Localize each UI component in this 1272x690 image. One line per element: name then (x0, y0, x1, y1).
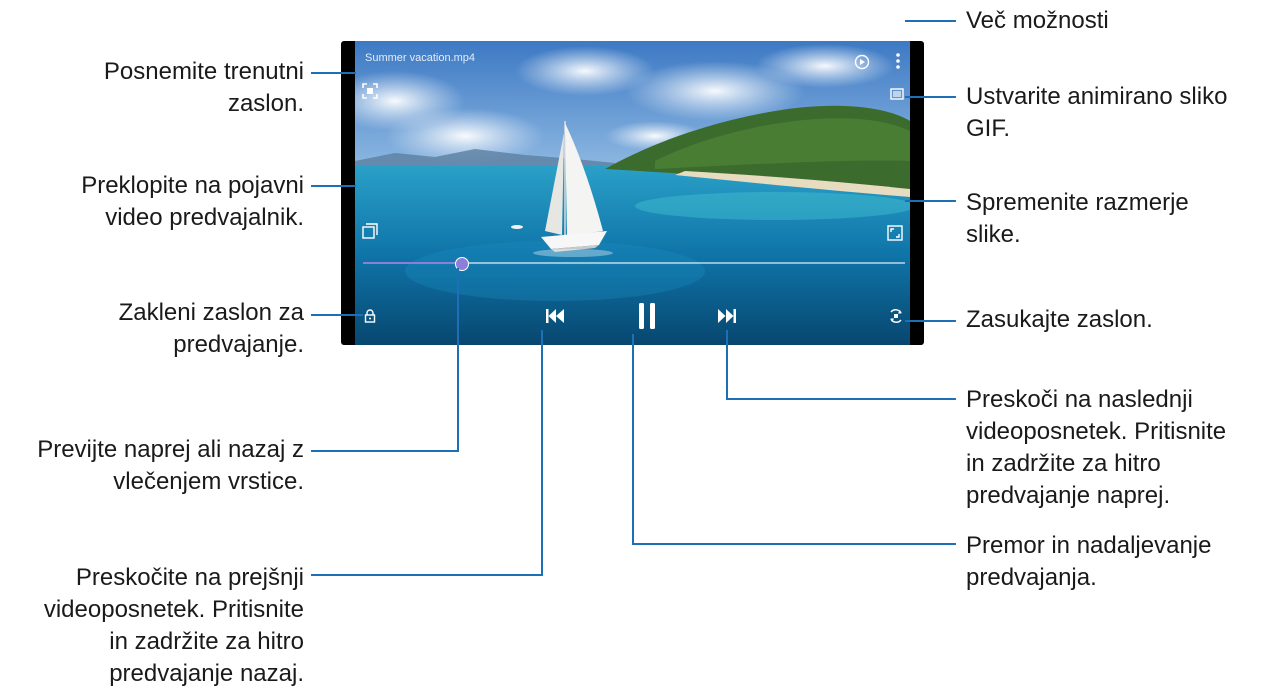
label-seek: Previjte naprej ali nazaj z vlečenjem vr… (37, 436, 304, 495)
callout-line-gif (905, 96, 956, 98)
lock-icon (364, 309, 376, 323)
pause-button[interactable] (634, 300, 660, 332)
label-prev: Preskočite na prejšnji videoposnetek. Pr… (43, 564, 304, 687)
aspect-ratio-icon (887, 225, 903, 241)
more-options-icon (896, 53, 900, 69)
lock-button[interactable] (360, 306, 380, 326)
callout-line-lock (311, 314, 363, 316)
callout-line-ratio (905, 200, 956, 202)
video-editor-button[interactable] (851, 51, 873, 73)
capture-icon (362, 83, 378, 99)
aspect-ratio-button[interactable] (885, 223, 905, 243)
rotate-button[interactable] (885, 306, 907, 326)
label-more: Več možnosti (966, 7, 1109, 34)
seek-progress (363, 262, 461, 264)
video-title: Summer vacation.mp4 (365, 52, 476, 64)
label-ratio: Spremenite razmerje slike. (966, 189, 1189, 248)
video-editor-icon (854, 54, 870, 70)
rotate-icon (890, 309, 902, 323)
gif-button[interactable] (887, 84, 907, 104)
callout-line-more (905, 20, 956, 22)
popup-icon (362, 223, 378, 239)
previous-button[interactable] (543, 305, 567, 327)
next-icon (718, 309, 736, 323)
callout-line-rotate (905, 320, 956, 322)
pause-icon (639, 303, 655, 329)
video-frame-image (355, 41, 910, 345)
callout-line-pause-v (632, 334, 634, 545)
label-gif: Ustvarite animirano sliko GIF. (966, 83, 1228, 142)
label-popup: Preklopite na pojavni video predvajalnik… (81, 172, 304, 231)
capture-button[interactable] (360, 81, 380, 101)
popup-player-button[interactable] (360, 221, 380, 241)
callout-line-next-h (726, 398, 956, 400)
phone-frame: Summer vacation.mp4 (341, 41, 924, 345)
video-screen: Summer vacation.mp4 (355, 41, 910, 345)
callout-line-popup (311, 185, 356, 187)
label-lock: Zakleni zaslon za predvajanje. (118, 299, 304, 358)
callout-line-pause-h (632, 543, 956, 545)
next-button[interactable] (715, 305, 739, 327)
callout-line-seek-h (311, 450, 459, 452)
label-capture: Posnemite trenutni zaslon. (103, 58, 304, 117)
gif-icon (890, 88, 904, 100)
callout-line-prev-h (311, 574, 543, 576)
callout-line-seek-v (457, 268, 459, 452)
callout-line-capture (311, 72, 356, 74)
label-next: Preskoči na naslednji videoposnetek. Pri… (966, 386, 1227, 509)
more-options-button[interactable] (888, 49, 908, 73)
previous-icon (546, 309, 564, 323)
callout-line-prev-v (541, 330, 543, 576)
label-rotate: Zasukajte zaslon. (966, 306, 1153, 333)
label-pause: Premor in nadaljevanje predvajanja. (966, 532, 1212, 591)
callout-line-next-v (726, 330, 728, 400)
